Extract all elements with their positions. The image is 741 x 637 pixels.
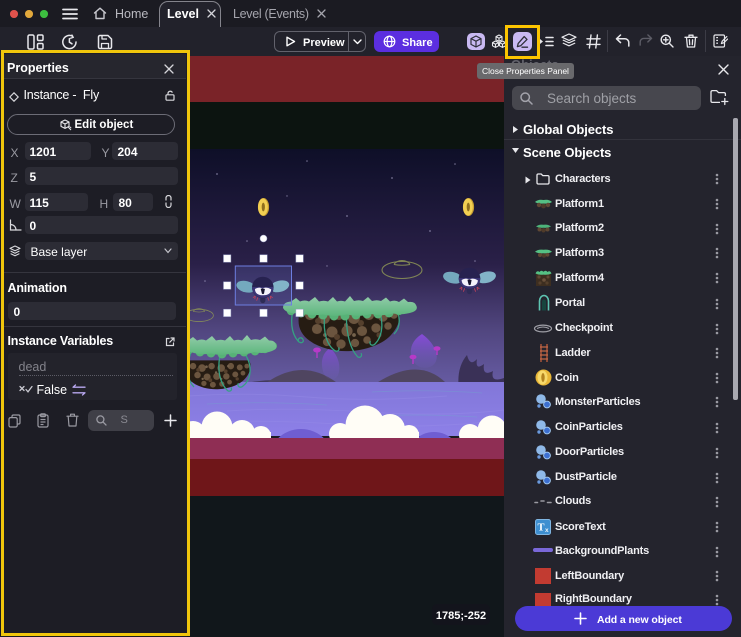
svg-text:T: T (537, 523, 544, 534)
svg-text:x: x (545, 527, 549, 534)
svg-text:1785;-252: 1785;-252 (436, 610, 486, 622)
